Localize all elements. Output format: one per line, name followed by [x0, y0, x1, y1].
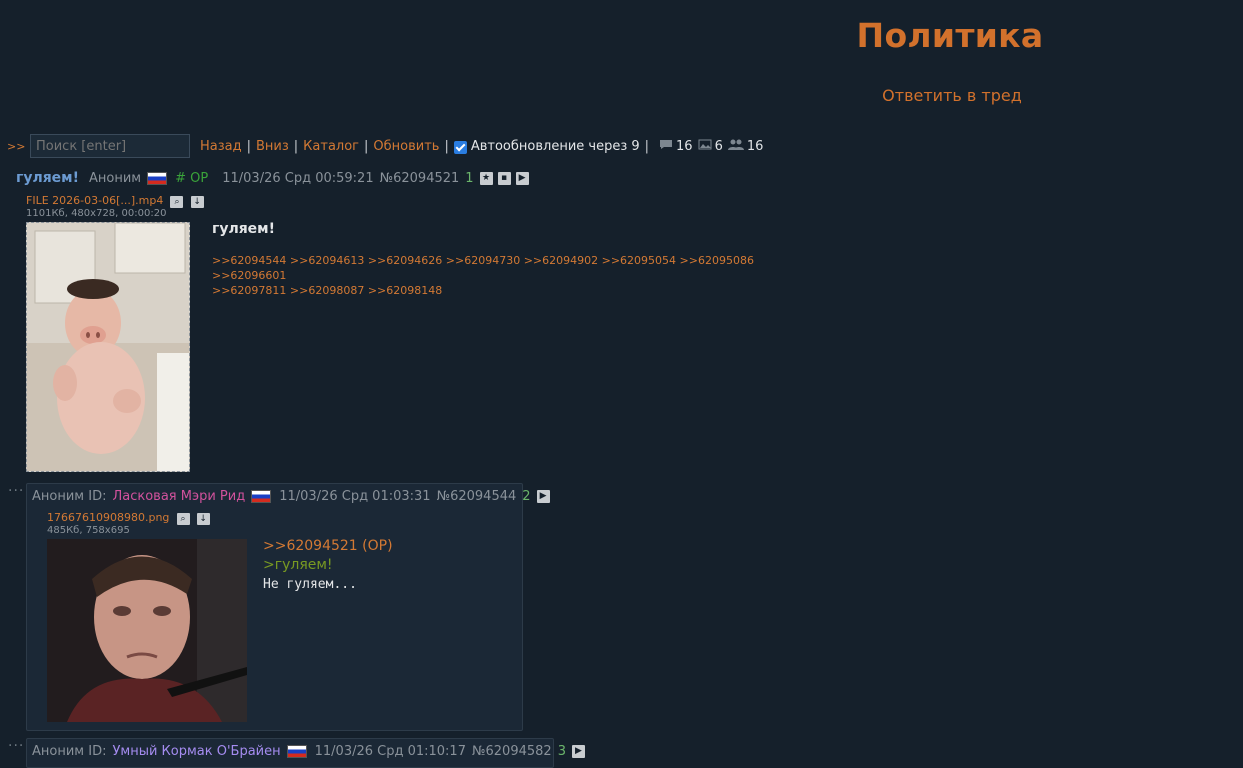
reply-ref-link[interactable]: >>62094626: [368, 254, 442, 267]
post-index: 1: [465, 170, 474, 186]
reply-body: >>62094521 (OP) >гуляем! Не гуляем...: [263, 537, 393, 594]
post-menu-dots[interactable]: ···: [8, 738, 24, 754]
down-link[interactable]: Вниз: [256, 139, 289, 154]
refresh-link[interactable]: Обновить: [373, 139, 439, 154]
play-menu-icon[interactable]: ▶: [571, 745, 585, 758]
post-subject: гуляем!: [16, 170, 80, 186]
post-menu-dots[interactable]: ···: [8, 483, 24, 499]
board-title: Политика: [856, 16, 1044, 55]
reply-ref-link[interactable]: >>62094544: [212, 254, 286, 267]
reply-text: Не гуляем...: [263, 577, 357, 592]
search-image-icon[interactable]: ⌕: [170, 196, 184, 208]
reply-to-thread-link[interactable]: Ответить в тред: [850, 86, 1054, 105]
watch-thread-icon[interactable]: ▪: [497, 171, 511, 185]
posts-count: 16: [676, 138, 693, 154]
separator: |: [644, 138, 650, 154]
reply-post: Аноним ID: Ласковая Мэри Рид 11/03/26 Ср…: [26, 483, 550, 731]
posters-count: 16: [746, 138, 764, 154]
post-datetime: 11/03/26 Срд 01:03:31: [279, 489, 431, 504]
star-icon[interactable]: ★: [479, 171, 493, 185]
reply-ref-link[interactable]: >>62097811: [212, 284, 286, 297]
poster-nickname: Ласковая Мэри Рид: [112, 489, 246, 504]
op-file-name-link[interactable]: FILE 2026-03-06[...].mp4: [26, 194, 163, 207]
op-post-header: гуляем! Аноним # OP 11/03/26 Срд 00:59:2…: [16, 170, 534, 186]
post-number-link[interactable]: №62094544: [437, 489, 517, 504]
play-menu-icon[interactable]: ▶: [536, 490, 550, 503]
post-author: Аноним: [89, 170, 142, 186]
reply-image-thumbnail[interactable]: [47, 539, 247, 722]
reply-ref-link[interactable]: >>62098087: [290, 284, 364, 297]
op-file-info: FILE 2026-03-06[...].mp4 ⌕ ↓ 1101Кб, 480…: [26, 193, 204, 219]
download-icon[interactable]: ↓: [190, 196, 204, 208]
post-datetime: 11/03/26 Срд 00:59:21: [222, 170, 374, 186]
reply-file-info: 17667610908980.png ⌕ ↓ 485Кб, 758x695: [47, 510, 210, 536]
images-count-icon: [698, 139, 712, 153]
separator: |: [246, 138, 251, 154]
greentext-quote: >гуляем!: [263, 557, 333, 573]
russia-flag-icon: [251, 490, 272, 503]
reply-ref-link[interactable]: >>62094613: [290, 254, 364, 267]
post-index: 3: [557, 744, 566, 759]
op-badge: # OP: [175, 170, 209, 186]
posters-count-icon: [727, 139, 744, 153]
reply-ref-link[interactable]: >>62095086: [680, 254, 754, 267]
post-number-link[interactable]: №62094521: [380, 171, 460, 186]
reply-header: Аноним ID: Умный Кормак О'Брайен 11/03/2…: [32, 744, 590, 759]
post-author: Аноним ID:: [32, 744, 107, 759]
reply-ref-link[interactable]: >>62095054: [602, 254, 676, 267]
posts-count-icon: [659, 139, 673, 153]
russia-flag-icon: [147, 171, 168, 185]
op-video-thumbnail[interactable]: [26, 222, 190, 472]
auto-update-checkbox[interactable]: [453, 140, 467, 154]
reply-ref-link[interactable]: >>62094902: [524, 254, 598, 267]
reply-ref-link[interactable]: >>62094730: [446, 254, 520, 267]
reply-ref-link[interactable]: >>62098148: [368, 284, 442, 297]
search-input[interactable]: [30, 134, 190, 158]
russia-flag-icon: [286, 745, 307, 758]
poster-nickname: Умный Кормак О'Брайен: [112, 744, 281, 759]
download-icon[interactable]: ↓: [196, 513, 210, 525]
op-post-body: гуляем! >>62094544 >>62094613 >>62094626…: [212, 221, 812, 298]
auto-update-label: Автообновление через 9: [470, 138, 640, 154]
op-file-meta: 1101Кб, 480x728, 00:00:20: [26, 208, 167, 219]
toolbar-marker: >>: [7, 139, 26, 153]
post-datetime: 11/03/26 Срд 01:10:17: [314, 744, 466, 759]
thread-toolbar: >> Назад | Вниз | Каталог | Обновить | А…: [0, 132, 1243, 160]
post-author: Аноним ID:: [32, 489, 107, 504]
separator: |: [364, 138, 369, 154]
separator: |: [444, 138, 449, 154]
reply-post: Аноним ID: Умный Кормак О'Брайен 11/03/2…: [26, 738, 585, 768]
replies-list: >>62094544 >>62094613 >>62094626 >>62094…: [212, 253, 812, 298]
catalog-link[interactable]: Каталог: [303, 139, 359, 154]
post-number-link[interactable]: №62094582: [472, 744, 552, 759]
post-index: 2: [522, 489, 531, 504]
reply-header: Аноним ID: Ласковая Мэри Рид 11/03/26 Ср…: [32, 489, 555, 504]
search-image-icon[interactable]: ⌕: [176, 513, 190, 525]
reply-file-meta: 485Кб, 758x695: [47, 525, 130, 536]
separator: |: [293, 138, 299, 154]
images-count: 6: [714, 138, 723, 154]
back-link[interactable]: Назад: [200, 139, 242, 154]
play-menu-icon[interactable]: ▶: [515, 171, 529, 185]
reply-file-name-link[interactable]: 17667610908980.png: [47, 511, 169, 524]
op-post-title: гуляем!: [212, 221, 276, 237]
quote-link[interactable]: >>62094521 (OP): [263, 538, 393, 554]
reply-ref-link[interactable]: >>62096601: [212, 269, 286, 282]
